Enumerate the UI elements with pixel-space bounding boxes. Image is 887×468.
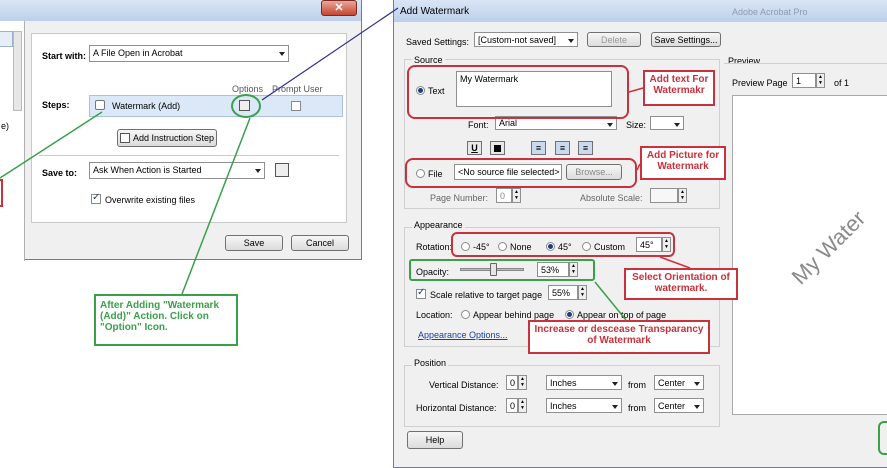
connector-opacity-callout <box>594 281 627 321</box>
connector-lines <box>0 7 691 321</box>
connector-text-callout <box>628 87 644 93</box>
connector-options-to-dialog <box>261 7 399 101</box>
connector-green-callout <box>181 117 251 295</box>
connector-green-step <box>0 111 103 179</box>
connector-rotation-callout <box>659 256 691 269</box>
connector-picture-callout <box>636 163 641 171</box>
